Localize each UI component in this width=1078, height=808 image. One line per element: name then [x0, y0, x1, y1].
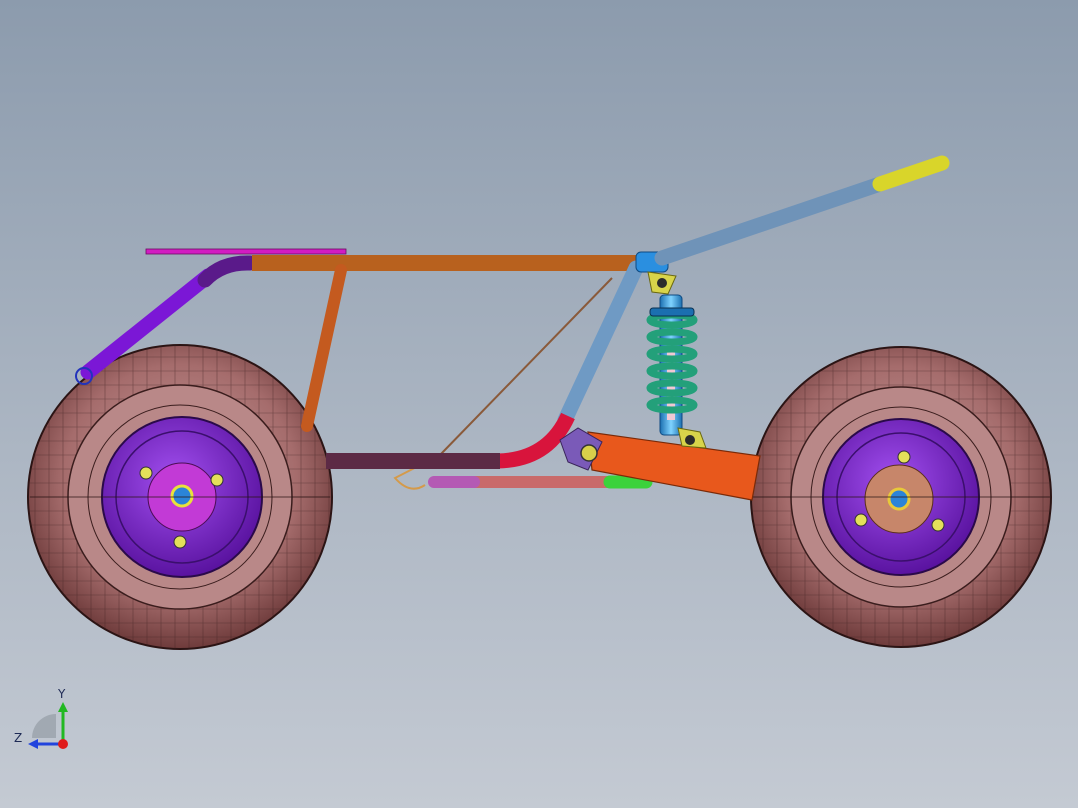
shock-top-bolt — [657, 278, 667, 288]
shock-bottom-bolt — [685, 435, 695, 445]
orientation-triad: Y Z — [14, 687, 68, 749]
front-lug-bolt — [931, 518, 945, 532]
frame-rear-bend[interactable] — [197, 255, 258, 288]
cad-viewport[interactable] — [0, 0, 1078, 808]
frame-rear-upright[interactable] — [301, 264, 347, 432]
rear-axle-nut — [170, 484, 194, 508]
steering-handlebar[interactable] — [654, 176, 888, 266]
triad-z-arrow — [28, 739, 38, 749]
triad-z-label: Z — [14, 731, 22, 745]
shock-spring — [646, 311, 698, 414]
swing-arm[interactable] — [559, 427, 761, 501]
shock-collar — [649, 307, 695, 317]
frame-lower-bend[interactable] — [497, 412, 575, 469]
triad-y-label: Y — [57, 687, 66, 701]
rear-lug-bolt — [173, 535, 187, 549]
triad-view-sphere — [32, 714, 56, 738]
front-wheel[interactable] — [750, 346, 1052, 648]
shock-absorber[interactable] — [646, 271, 707, 449]
handlebar-grip[interactable] — [872, 155, 950, 192]
rear-wheel[interactable] — [27, 344, 333, 650]
swing-arm-pivot-bolt — [580, 444, 598, 462]
front-lug-bolt — [897, 450, 911, 464]
rear-lug-bolt — [139, 466, 153, 480]
front-lug-bolt — [854, 513, 868, 527]
swing-arm-body — [587, 431, 761, 501]
frame-seat-bar[interactable] — [145, 248, 347, 255]
triad-y-arrow — [58, 702, 68, 712]
rear-lug-bolt — [210, 473, 224, 487]
front-axle-nut — [887, 487, 911, 511]
triad-x-axis — [58, 739, 68, 749]
